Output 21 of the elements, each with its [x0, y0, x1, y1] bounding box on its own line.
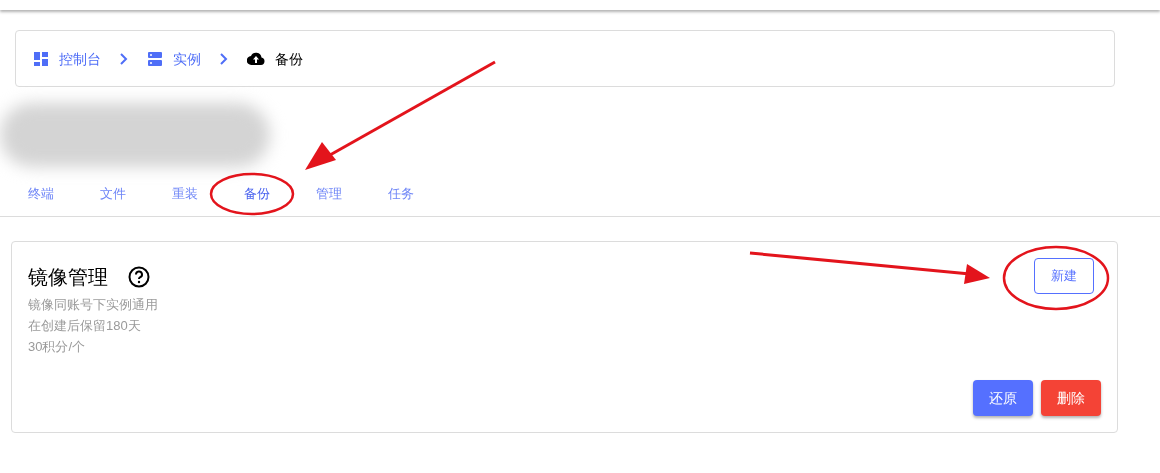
panel-note: 镜像同账号下实例通用	[28, 296, 158, 314]
delete-button[interactable]: 删除	[1041, 380, 1101, 416]
tab[interactable]: 任务	[365, 171, 437, 216]
panel-note: 在创建后保留180天	[28, 317, 142, 335]
breadcrumb-link[interactable]: 实例	[173, 48, 201, 69]
server-icon	[147, 50, 163, 67]
chevron-right-icon	[219, 52, 229, 65]
tab[interactable]: 管理	[293, 171, 365, 216]
breadcrumb-link[interactable]: 控制台	[59, 48, 101, 69]
panel-title: 镜像管理	[28, 265, 108, 290]
chevron-right-icon	[119, 52, 129, 65]
new-button[interactable]: 新建	[1034, 258, 1094, 294]
tab[interactable]: 文件	[77, 171, 149, 216]
panel-note: 30积分/个	[28, 338, 87, 356]
tab[interactable]: 终端	[5, 171, 77, 216]
tab[interactable]: 重装	[149, 171, 221, 216]
dashboard-icon	[33, 50, 49, 67]
restore-button[interactable]: 还原	[973, 380, 1033, 416]
help-icon[interactable]	[128, 266, 150, 288]
tab[interactable]: 备份	[221, 171, 293, 216]
cloud-upload-icon	[247, 51, 265, 66]
